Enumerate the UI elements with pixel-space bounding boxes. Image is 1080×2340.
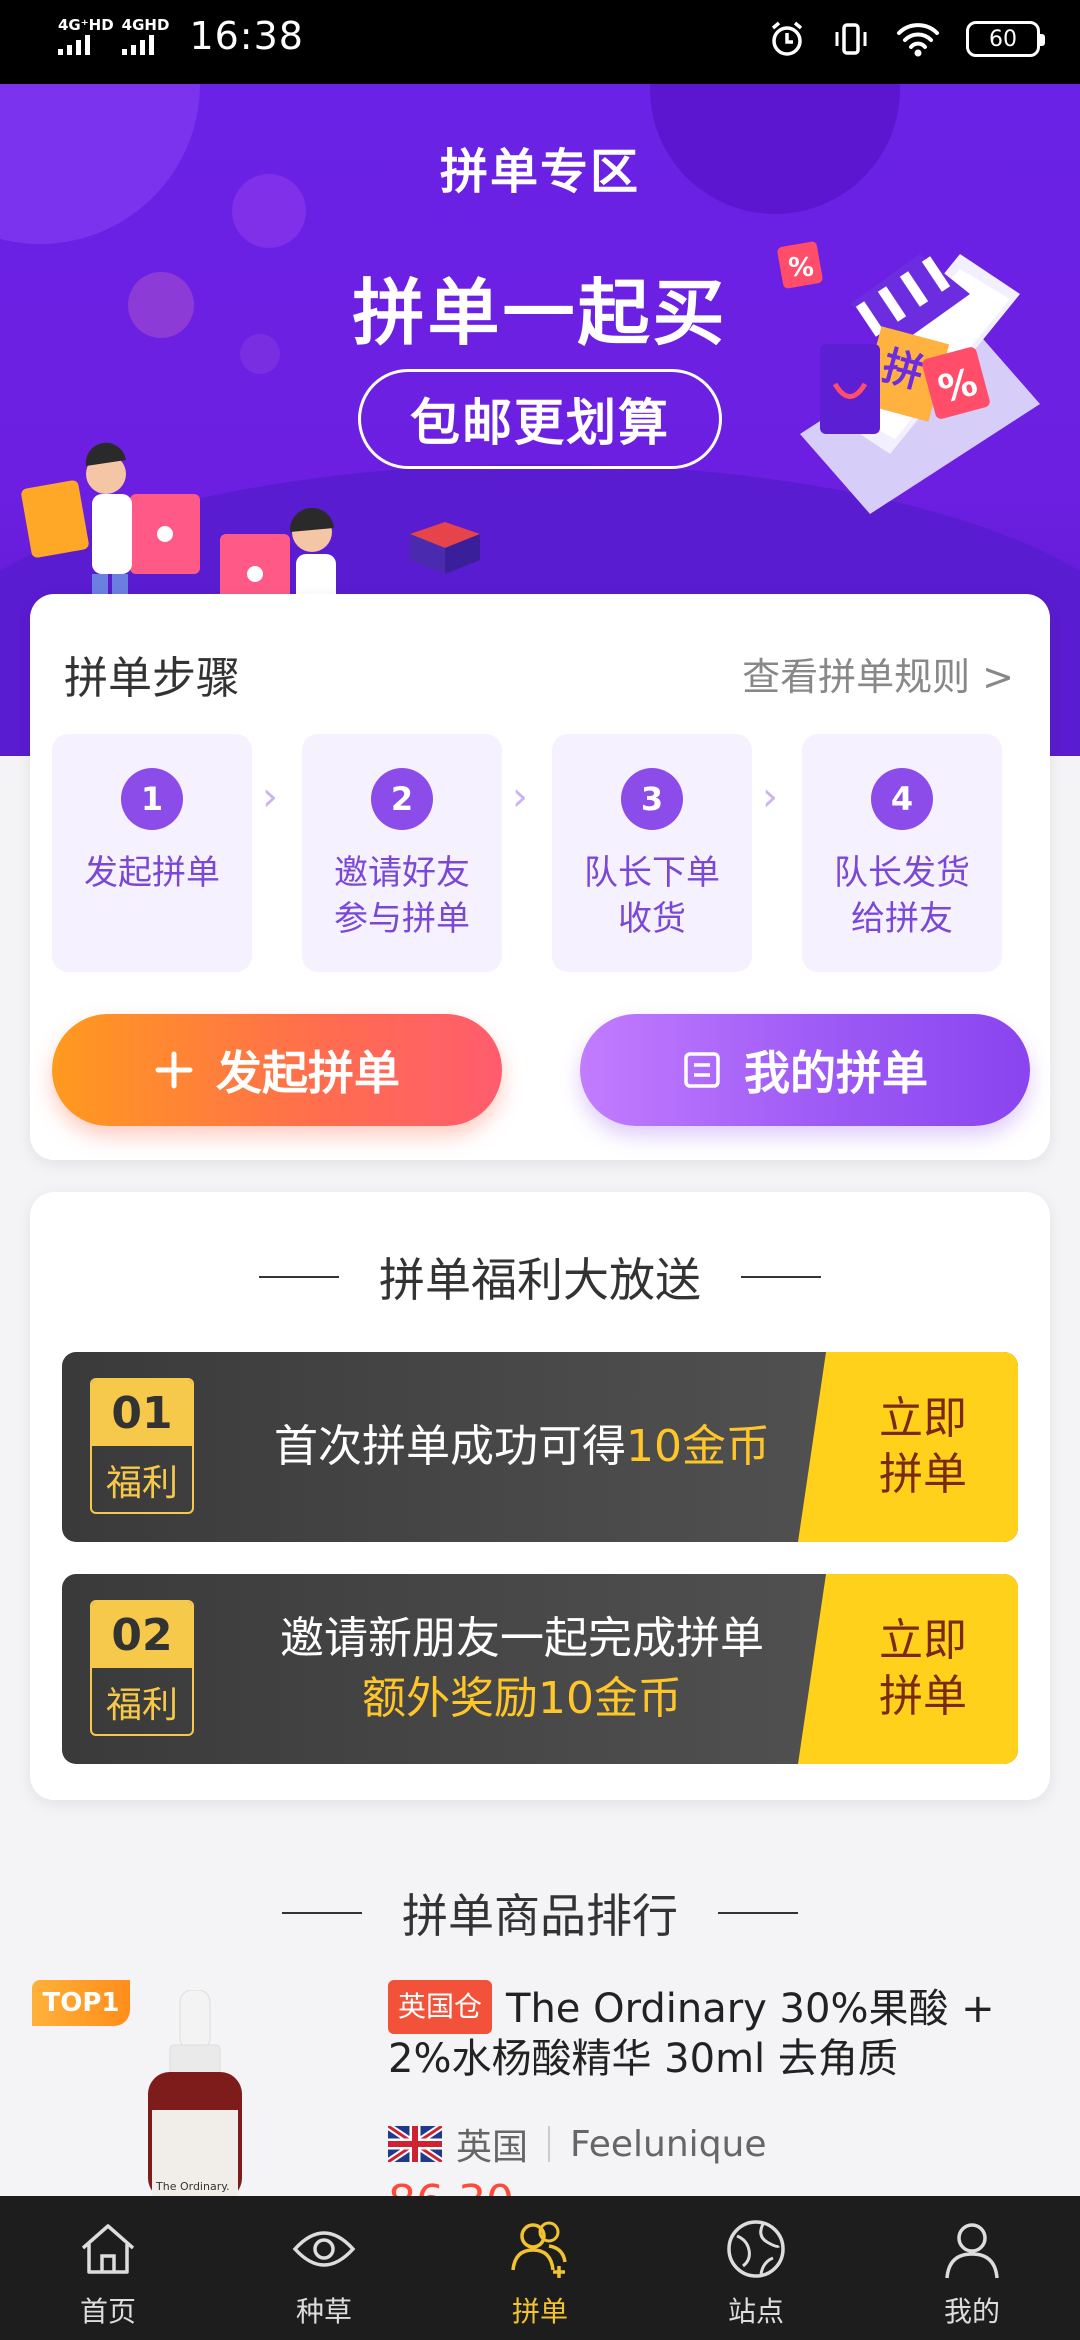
rank-badge: TOP1 [32,1980,130,2026]
welfare-title-text: 拼单福利大放送 [379,1253,701,1307]
welfare-item-1: 01 福利 首次拼单成功可得10金币 立即拼单 [62,1352,1018,1542]
tab-sites[interactable]: 站点 [648,2196,864,2340]
welfare-highlight: 额外奖励10金币 [362,1673,682,1724]
group-buy-steps-card: 拼单步骤 查看拼单规则 > 1 发起拼单 › 2 邀请好友参与拼单 › 3 队长… [30,594,1050,1160]
steps-title: 拼单步骤 [64,653,240,704]
tab-label: 首页 [79,2295,136,2328]
my-group-buys-button[interactable]: 我的拼单 [580,1014,1030,1126]
divider [259,1276,339,1278]
step-label: 发起拼单 [84,853,220,893]
battery-icon: 60 [966,21,1045,57]
clock: 16:38 [189,14,304,58]
welfare-badge: 02 福利 [90,1600,194,1736]
step-number: 4 [871,768,933,830]
divider [548,2126,551,2162]
list-icon [684,1052,720,1088]
start-button-label: 发起拼单 [216,1046,400,1100]
start-group-buy-button[interactable]: 发起拼单 [52,1014,502,1126]
network-type-label: 4G⁺HD [58,16,114,34]
welfare-number: 01 [92,1380,192,1446]
welfare-card: 拼单福利大放送 01 福利 首次拼单成功可得10金币 立即拼单 02 福利 邀请… [30,1192,1050,1800]
banner-title: 拼单专区 [439,144,640,200]
wifi-icon [897,23,939,57]
product-title: 英国仓 The Ordinary 30%果酸 + 2%水杨酸精华 30ml 去角质 [388,1980,1028,2084]
step-label: 队长发货 [834,853,970,893]
signal-2: 4GHD [121,16,170,55]
signal-bars-icon [58,33,90,55]
welfare-section-title: 拼单福利大放送 [30,1244,1050,1310]
step-1: 1 发起拼单 [52,734,252,972]
group-add-icon [511,2221,567,2278]
seller-label: Feelunique [570,2123,767,2165]
step-2: 2 邀请好友参与拼单 [302,734,502,972]
ranking-section-title: 拼单商品排行 [0,1880,1080,1946]
welfare-description: 首次拼单成功可得10金币 [212,1352,832,1542]
divider [718,1912,798,1914]
bottom-tab-bar: 首页 种草 拼单 站点 我的 [0,2196,1080,2340]
join-now-label: 立即拼单 [879,1615,967,1722]
welfare-badge: 01 福利 [90,1378,194,1514]
join-now-button[interactable]: 立即拼单 [798,1574,1018,1764]
store-phone-illustration: 拼 % % [777,241,1040,514]
network-type-label: 4GHD [121,16,170,34]
welfare-item-2: 02 福利 邀请新朋友一起完成拼单 额外奖励10金币 立即拼单 [62,1574,1018,1764]
tab-label: 站点 [727,2295,784,2328]
join-now-label: 立即拼单 [879,1393,967,1500]
person-icon [945,2223,999,2279]
view-rules-link[interactable]: 查看拼单规则 > [742,646,1014,701]
divider [741,1276,821,1278]
signal-1: 4G⁺HD [58,17,114,55]
tab-group-buy[interactable]: 拼单 [432,2196,648,2340]
step-4: 4 队长发货给拼友 [802,734,1002,972]
welfare-tag: 福利 [105,1463,178,1504]
chevron-right-icon: › [512,774,528,820]
tab-discover[interactable]: 种草 [216,2196,432,2340]
tab-label: 拼单 [511,2295,568,2328]
welfare-highlight: 10金币 [626,1421,770,1472]
step-number: 3 [621,768,683,830]
tab-me[interactable]: 我的 [864,2196,1080,2340]
chevron-right-icon: › [262,774,278,820]
step-label: 邀请好友 [334,853,470,893]
gift-box-illustration [410,522,480,574]
warehouse-tag: 英国仓 [388,1980,493,2034]
join-now-button[interactable]: 立即拼单 [798,1352,1018,1542]
tab-label: 我的 [943,2295,1000,2328]
status-bar: 4G⁺HD 4GHD 16:38 60 [0,0,1080,84]
product-image: The Ordinary. [148,1990,242,2200]
welfare-text: 邀请新朋友一起完成拼单 [280,1613,764,1664]
step-label-2: 收货 [618,899,686,939]
product-bottle-label: The Ordinary. [155,2180,230,2193]
tab-label: 种草 [295,2295,352,2328]
welfare-text: 首次拼单成功可得 [274,1421,626,1472]
step-number: 2 [371,768,433,830]
signal-bars-icon [121,33,154,55]
country-label: 英国 [456,2127,529,2168]
step-label: 队长下单 [584,853,720,893]
banner-slogan: 包邮更划算 [358,369,722,469]
globe-icon [727,2220,785,2278]
mine-button-label: 我的拼单 [744,1046,928,1100]
product-item[interactable]: TOP1 The Ordinary. 英国仓 The Ordinary 30%果酸… [0,1980,1080,2227]
chevron-right-icon: › [762,774,778,820]
tab-home[interactable]: 首页 [0,2196,216,2340]
divider [282,1912,362,1914]
welfare-number: 02 [92,1602,192,1668]
home-icon [81,2224,135,2274]
battery-level: 60 [989,26,1017,52]
alarm-icon [771,21,803,56]
ranking-title-text: 拼单商品排行 [402,1889,678,1943]
product-origin: 英国 Feelunique [388,2118,767,2170]
step-number: 1 [121,768,183,830]
step-3: 3 队长下单收货 [552,734,752,972]
vibrate-icon [835,23,867,55]
welfare-tag: 福利 [105,1685,178,1726]
welfare-description: 邀请新朋友一起完成拼单 额外奖励10金币 [212,1574,832,1764]
floating-percent-tag: % [788,253,814,283]
uk-flag-icon [388,2126,442,2162]
plus-icon [155,1051,193,1089]
eye-icon [292,2231,356,2267]
step-label-2: 参与拼单 [334,899,470,939]
step-label-2: 给拼友 [851,899,953,939]
